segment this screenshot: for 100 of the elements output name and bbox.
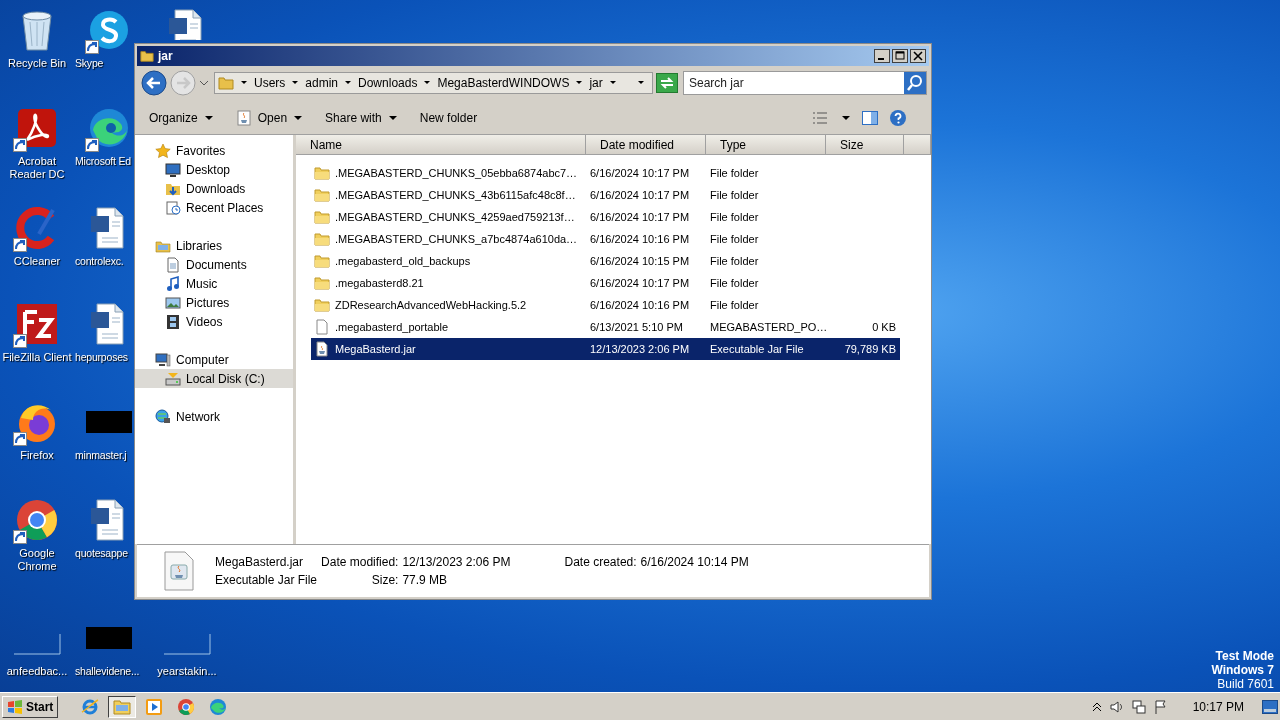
folder-icon [140,49,154,63]
show-desktop-button[interactable] [1262,699,1278,714]
search-field[interactable]: Search jar [684,76,904,90]
icon-label[interactable]: shallevidene... [75,665,140,678]
navigation-item[interactable]: Pictures [135,293,293,312]
icon-label[interactable]: Firefox [1,449,73,462]
column-header[interactable]: Date modified [586,135,706,155]
file-name: .megabasterd8.21 [335,277,424,289]
icon-label[interactable]: controlexc. [75,255,124,268]
icon-label[interactable]: minmaster.j [75,449,127,462]
column-header[interactable]: Size [826,135,904,155]
navigation-item[interactable]: Recent Places [135,198,293,217]
detail-label: Date modified: [321,555,399,569]
toolbar-button[interactable]: Open [227,107,312,129]
file-row[interactable]: .megabasterd8.21 6/16/2024 10:17 PM File folder [311,272,900,294]
media-player-icon[interactable] [144,696,165,717]
column-header[interactable]: Type [706,135,826,155]
recent-places-icon [165,199,181,216]
file-name: .megabasterd_portable [335,321,449,333]
icon-label[interactable]: anfeedbac... [1,665,73,678]
table-cell-text: 6/16/2024 10:17 PM [589,211,691,223]
table-cell-text: File folder [709,233,760,245]
icon-label[interactable]: hepurposes [75,351,128,364]
preview-pane-button[interactable] [861,109,879,127]
detail-value: 6/16/2024 10:14 PM [640,555,749,569]
detail-label: Date created: [564,555,637,569]
icon-label[interactable]: Skype [75,57,104,70]
refresh-button[interactable] [656,73,678,93]
detail-value: 12/13/2023 2:06 PM [402,555,511,569]
icon-label[interactable]: CCleaner [1,255,73,268]
toolbar-button[interactable]: New folder [411,108,486,128]
icon-label[interactable]: FileZilla Client [1,351,73,364]
start-button[interactable]: Start [2,695,59,718]
navigation-item[interactable]: Local Disk (C:) [135,369,293,388]
clock[interactable]: 10:17 PM [1192,699,1244,714]
film-strip-icon [165,313,181,330]
flag-icon[interactable] [1152,698,1169,715]
close-button[interactable] [910,49,926,63]
watermark-text: Windows 7 [1211,663,1274,677]
breadcrumb[interactable]: Users [254,76,286,90]
navigation-item[interactable]: Favorites [135,141,293,160]
network-icon[interactable] [1130,698,1147,715]
maximize-button[interactable] [892,49,908,63]
icon-label[interactable]: Acrobat Reader DC [1,155,73,181]
toolbar-button[interactable]: Share with [317,108,406,128]
drive-icon [165,370,181,387]
file-row[interactable]: .MEGABASTERD_CHUNKS_a7bc4874a610da… 6/16/2024 10:16 PM File folder [311,228,900,250]
folder-icon [314,275,330,291]
address-bar[interactable]: Users admin Downloads MegaBasterdWINDOWS jar [214,72,653,94]
help-button[interactable] [889,109,907,127]
icon-label[interactable]: quotesappe [75,547,128,560]
navigation-item[interactable]: Downloads [135,179,293,198]
pictures-icon [165,294,181,311]
internet-explorer-icon[interactable] [80,696,101,717]
history-dropdown-icon[interactable] [199,78,209,88]
file-row[interactable]: .MEGABASTERD_CHUNKS_4259aed759213f… 6/16/2024 10:17 PM File folder [311,206,900,228]
folder-icon [314,209,330,225]
breadcrumb[interactable]: MegaBasterdWINDOWS [437,76,570,90]
dropdown-icon[interactable] [841,113,851,123]
navigation-item[interactable]: Network [135,407,293,426]
watermark-text: Test Mode [1215,649,1274,663]
file-name: .MEGABASTERD_CHUNKS_43b6115afc48c8f… [335,189,576,201]
file-row[interactable]: ZDResearchAdvancedWebHacking.5.2 6/16/2024 10:16 PM File folder [311,294,900,316]
icon-label[interactable]: Recycle Bin [1,57,73,70]
navigation-item[interactable]: Libraries [135,236,293,255]
table-cell-text: 12/13/2023 2:06 PM [589,343,691,355]
network-globe-icon [155,408,171,425]
search-box[interactable]: Search jar [683,71,927,95]
window-title: jar [158,49,173,63]
folder-icon [314,187,330,203]
file-row[interactable]: .megabasterd_portable 6/13/2021 5:10 PM MEGABASTERD_PO… 0 KB [311,316,900,338]
breadcrumb[interactable]: jar [589,76,603,90]
file-row[interactable]: .megabasterd_old_backups 6/16/2024 10:15 PM File folder [311,250,900,272]
file-name: ZDResearchAdvancedWebHacking.5.2 [335,299,527,311]
table-cell-text: File folder [709,299,760,311]
column-header[interactable]: Name [296,135,586,155]
speaker-icon[interactable] [1108,698,1125,715]
navigation-item[interactable]: Music [135,274,293,293]
table-cell-text: Executable Jar File [709,343,805,355]
breadcrumb[interactable]: Downloads [358,76,418,90]
breadcrumb[interactable]: admin [305,76,339,90]
windows-logo-icon [7,699,23,714]
icon-label[interactable]: Microsoft Ed [75,155,131,168]
icon-label[interactable]: Google Chrome [1,547,73,573]
folder-icon [314,297,330,313]
file-row[interactable]: .MEGABASTERD_CHUNKS_43b6115afc48c8f… 6/16/2024 10:17 PM File folder [311,184,900,206]
navigation-item[interactable]: Videos [135,312,293,331]
minimize-button[interactable] [874,49,890,63]
navigation-item[interactable]: Documents [135,255,293,274]
navigation-item[interactable]: Desktop [135,160,293,179]
icon-label[interactable]: yearstakin... [151,665,223,678]
navigation-item[interactable]: Computer [135,350,293,369]
star-icon [155,142,171,159]
toolbar-button[interactable]: Organize [141,108,222,128]
file-name: .MEGABASTERD_CHUNKS_05ebba6874abc7… [335,167,578,179]
table-cell-text: 79,789 KB [843,343,897,355]
file-row[interactable]: .MEGABASTERD_CHUNKS_05ebba6874abc7… 6/16/2024 10:17 PM File folder [311,162,900,184]
back-button[interactable] [141,70,167,96]
search-button[interactable] [904,72,926,94]
file-row[interactable]: MegaBasterd.jar 12/13/2023 2:06 PM Executable Jar File 79,789 KB [311,338,900,360]
